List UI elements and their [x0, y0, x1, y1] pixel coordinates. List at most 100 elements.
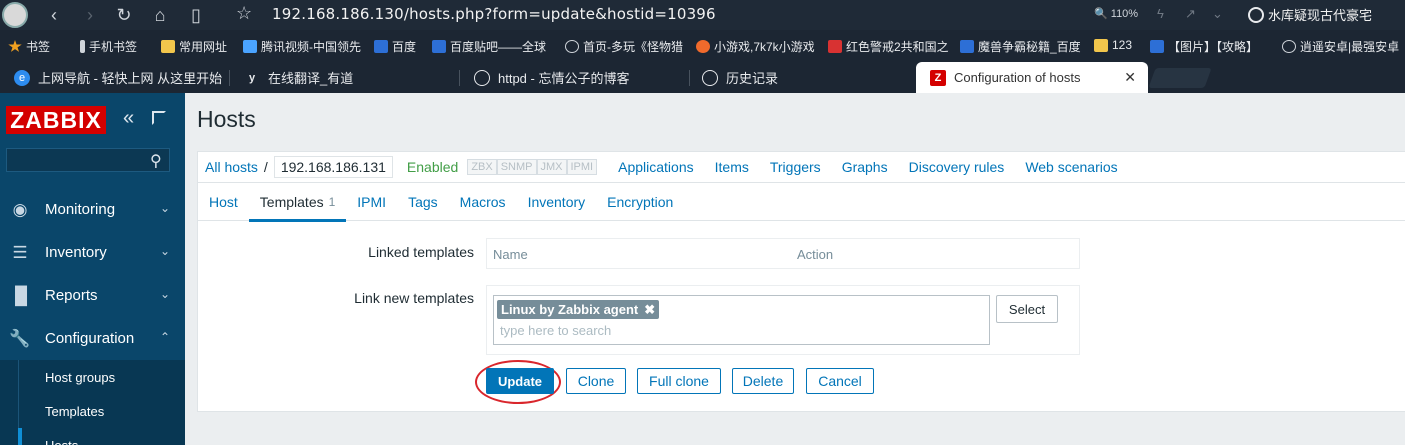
sidebar-item-label: Configuration: [45, 330, 135, 347]
browser-tab[interactable]: y 在线翻译_有道: [230, 62, 458, 93]
tab-label: Tags: [408, 194, 438, 210]
bookmark-label: 小游戏,7k7k小游戏: [714, 40, 815, 54]
host-status[interactable]: Enabled: [407, 159, 458, 175]
search-icon[interactable]: ⚲: [150, 151, 162, 171]
sidebar-item-reports[interactable]: ▐▌ Reports ⌄: [0, 274, 185, 317]
reader-icon[interactable]: ▯: [184, 3, 208, 27]
chevron-down-icon[interactable]: ⌄: [1212, 6, 1223, 22]
home-brand-icon: [828, 40, 842, 53]
clock-icon: [702, 69, 718, 86]
host-navigation: All hosts / 192.168.186.131 Enabled ZBX …: [197, 151, 1405, 183]
browser-tab-active[interactable]: Z Configuration of hosts ✕: [916, 62, 1148, 93]
sidebar-item-monitoring[interactable]: ◉ Monitoring ⌄: [0, 188, 185, 231]
folder-icon: [161, 40, 175, 53]
sidebar-subitem-templates[interactable]: Templates: [0, 394, 185, 428]
zoom-level[interactable]: 🔍 110%: [1094, 7, 1138, 20]
link-applications[interactable]: Applications: [618, 159, 694, 175]
back-icon[interactable]: ‹: [42, 3, 66, 27]
tab-macros[interactable]: Macros: [449, 183, 517, 221]
close-icon[interactable]: ✕: [1124, 69, 1136, 86]
bookmark-item[interactable]: 首页-多玩《怪物猎: [565, 38, 683, 55]
sidebar-item-configuration[interactable]: 🔧 Configuration ⌃: [0, 317, 185, 360]
breadcrumb-current-host[interactable]: 192.168.186.131: [273, 156, 393, 178]
baidu-icon: [960, 40, 974, 53]
tab-tags[interactable]: Tags: [397, 183, 449, 221]
linked-templates-table: Name Action: [486, 238, 1080, 269]
home-icon[interactable]: ⌂: [148, 3, 172, 27]
clone-button[interactable]: Clone: [566, 368, 626, 394]
bar-chart-icon: ▐▌: [9, 286, 34, 305]
bookmark-item[interactable]: 常用网址: [161, 38, 227, 55]
sidebar-subitem-hosts[interactable]: Hosts: [0, 428, 185, 445]
tencent-video-icon: [243, 40, 257, 53]
sidebar-item-inventory[interactable]: ☰ Inventory ⌄: [0, 231, 185, 274]
profile-avatar[interactable]: [2, 2, 28, 28]
sidebar-item-label: Monitoring: [45, 201, 116, 218]
link-web-scenarios[interactable]: Web scenarios: [1025, 159, 1117, 175]
link-graphs[interactable]: Graphs: [842, 159, 888, 175]
tab-label: Configuration of hosts: [954, 70, 1081, 85]
cancel-button[interactable]: Cancel: [806, 368, 874, 394]
bookmark-label: 红色警戒2共和国之: [846, 40, 949, 54]
zabbix-favicon: Z: [930, 69, 946, 86]
tab-encryption[interactable]: Encryption: [596, 183, 684, 221]
tab-label: Encryption: [607, 194, 674, 210]
delete-button[interactable]: Delete: [732, 368, 794, 394]
baidu-icon: [1150, 40, 1164, 53]
bookmark-item[interactable]: 123: [1094, 38, 1132, 52]
tab-inventory[interactable]: Inventory: [517, 183, 597, 221]
tab-templates[interactable]: Templates 1: [248, 183, 347, 222]
sidebar: ZABBIX « ⚲ ◉ Monitoring ⌄ ☰ Inventory ⌄ …: [0, 93, 185, 445]
browser-tabs-bar: e 上网导航 - 轻快上网 从这里开始 y 在线翻译_有道 httpd - 忘情公子…: [0, 62, 1405, 93]
bookmark-item[interactable]: 红色警戒2共和国之: [828, 38, 949, 55]
bookmark-item[interactable]: 腾讯视频-中国领先: [243, 38, 361, 55]
search-engine-box[interactable]: 水库疑现古代豪宅: [1248, 5, 1372, 24]
bookmark-item[interactable]: 百度: [374, 38, 416, 55]
lightning-icon[interactable]: ϟ: [1157, 6, 1164, 21]
browser-tab[interactable]: e 上网导航 - 轻快上网 从这里开始: [0, 62, 228, 93]
tab-ipmi[interactable]: IPMI: [346, 183, 397, 221]
bookmark-item[interactable]: 魔兽争霸秘籍_百度: [960, 38, 1081, 55]
full-clone-button[interactable]: Full clone: [637, 368, 721, 394]
reload-icon[interactable]: ↻: [112, 3, 136, 27]
browser-tab[interactable]: 历史记录: [688, 62, 916, 93]
template-search-input[interactable]: type here to search: [500, 323, 611, 338]
sidebar-search-input[interactable]: [6, 148, 170, 172]
link-triggers[interactable]: Triggers: [770, 159, 821, 175]
star-icon: [8, 40, 22, 52]
share-icon[interactable]: ↗: [1185, 6, 1196, 22]
collapse-sidebar-icon[interactable]: «: [123, 107, 134, 130]
bookmark-item[interactable]: 书签: [8, 38, 50, 55]
link-new-templates-label: Link new templates: [354, 290, 474, 306]
update-button[interactable]: Update: [486, 368, 554, 394]
navigation-site-icon: e: [14, 69, 30, 86]
bookmark-label: 常用网址: [179, 40, 228, 54]
url-field[interactable]: 192.168.186.130/hosts.php?form=update&ho…: [272, 5, 716, 23]
tab-label: 在线翻译_有道: [268, 71, 354, 86]
new-tab-button[interactable]: [1148, 68, 1212, 88]
bookmark-item[interactable]: 百度贴吧——全球: [432, 38, 546, 55]
bookmark-item[interactable]: 逍遥安卓|最强安卓: [1282, 38, 1399, 55]
bookmark-item[interactable]: 小游戏,7k7k小游戏: [696, 38, 815, 55]
remove-chip-icon[interactable]: ✖: [644, 302, 655, 318]
bookmark-item[interactable]: 【图片】【攻略】: [1150, 38, 1258, 55]
link-items[interactable]: Items: [715, 159, 749, 175]
bookmark-star-icon[interactable]: ☆: [236, 3, 252, 24]
column-header-action: Action: [797, 247, 834, 262]
wrench-icon: 🔧: [9, 329, 31, 348]
forward-icon[interactable]: ›: [78, 3, 102, 27]
link-discovery-rules[interactable]: Discovery rules: [909, 159, 1005, 175]
browser-tab[interactable]: httpd - 忘情公子的博客: [460, 62, 688, 93]
browser-address-bar: ‹ › ↻ ⌂ ▯ ☆ 192.168.186.130/hosts.php?fo…: [0, 0, 1405, 30]
selected-template-chip[interactable]: Linux by Zabbix agent ✖: [497, 300, 660, 319]
bookmark-item[interactable]: 手机书签: [80, 38, 137, 55]
tab-count: 1: [328, 195, 336, 209]
breadcrumb-all-hosts[interactable]: All hosts: [205, 159, 258, 175]
template-multiselect[interactable]: Linux by Zabbix agent ✖ type here to sea…: [493, 295, 990, 345]
select-templates-button[interactable]: Select: [996, 295, 1058, 323]
tab-host[interactable]: Host: [198, 183, 249, 221]
kiosk-mode-icon[interactable]: [152, 111, 166, 125]
sidebar-subitem-host-groups[interactable]: Host groups: [0, 360, 185, 394]
zabbix-logo[interactable]: ZABBIX: [6, 106, 106, 134]
baidu-icon: [374, 40, 388, 53]
